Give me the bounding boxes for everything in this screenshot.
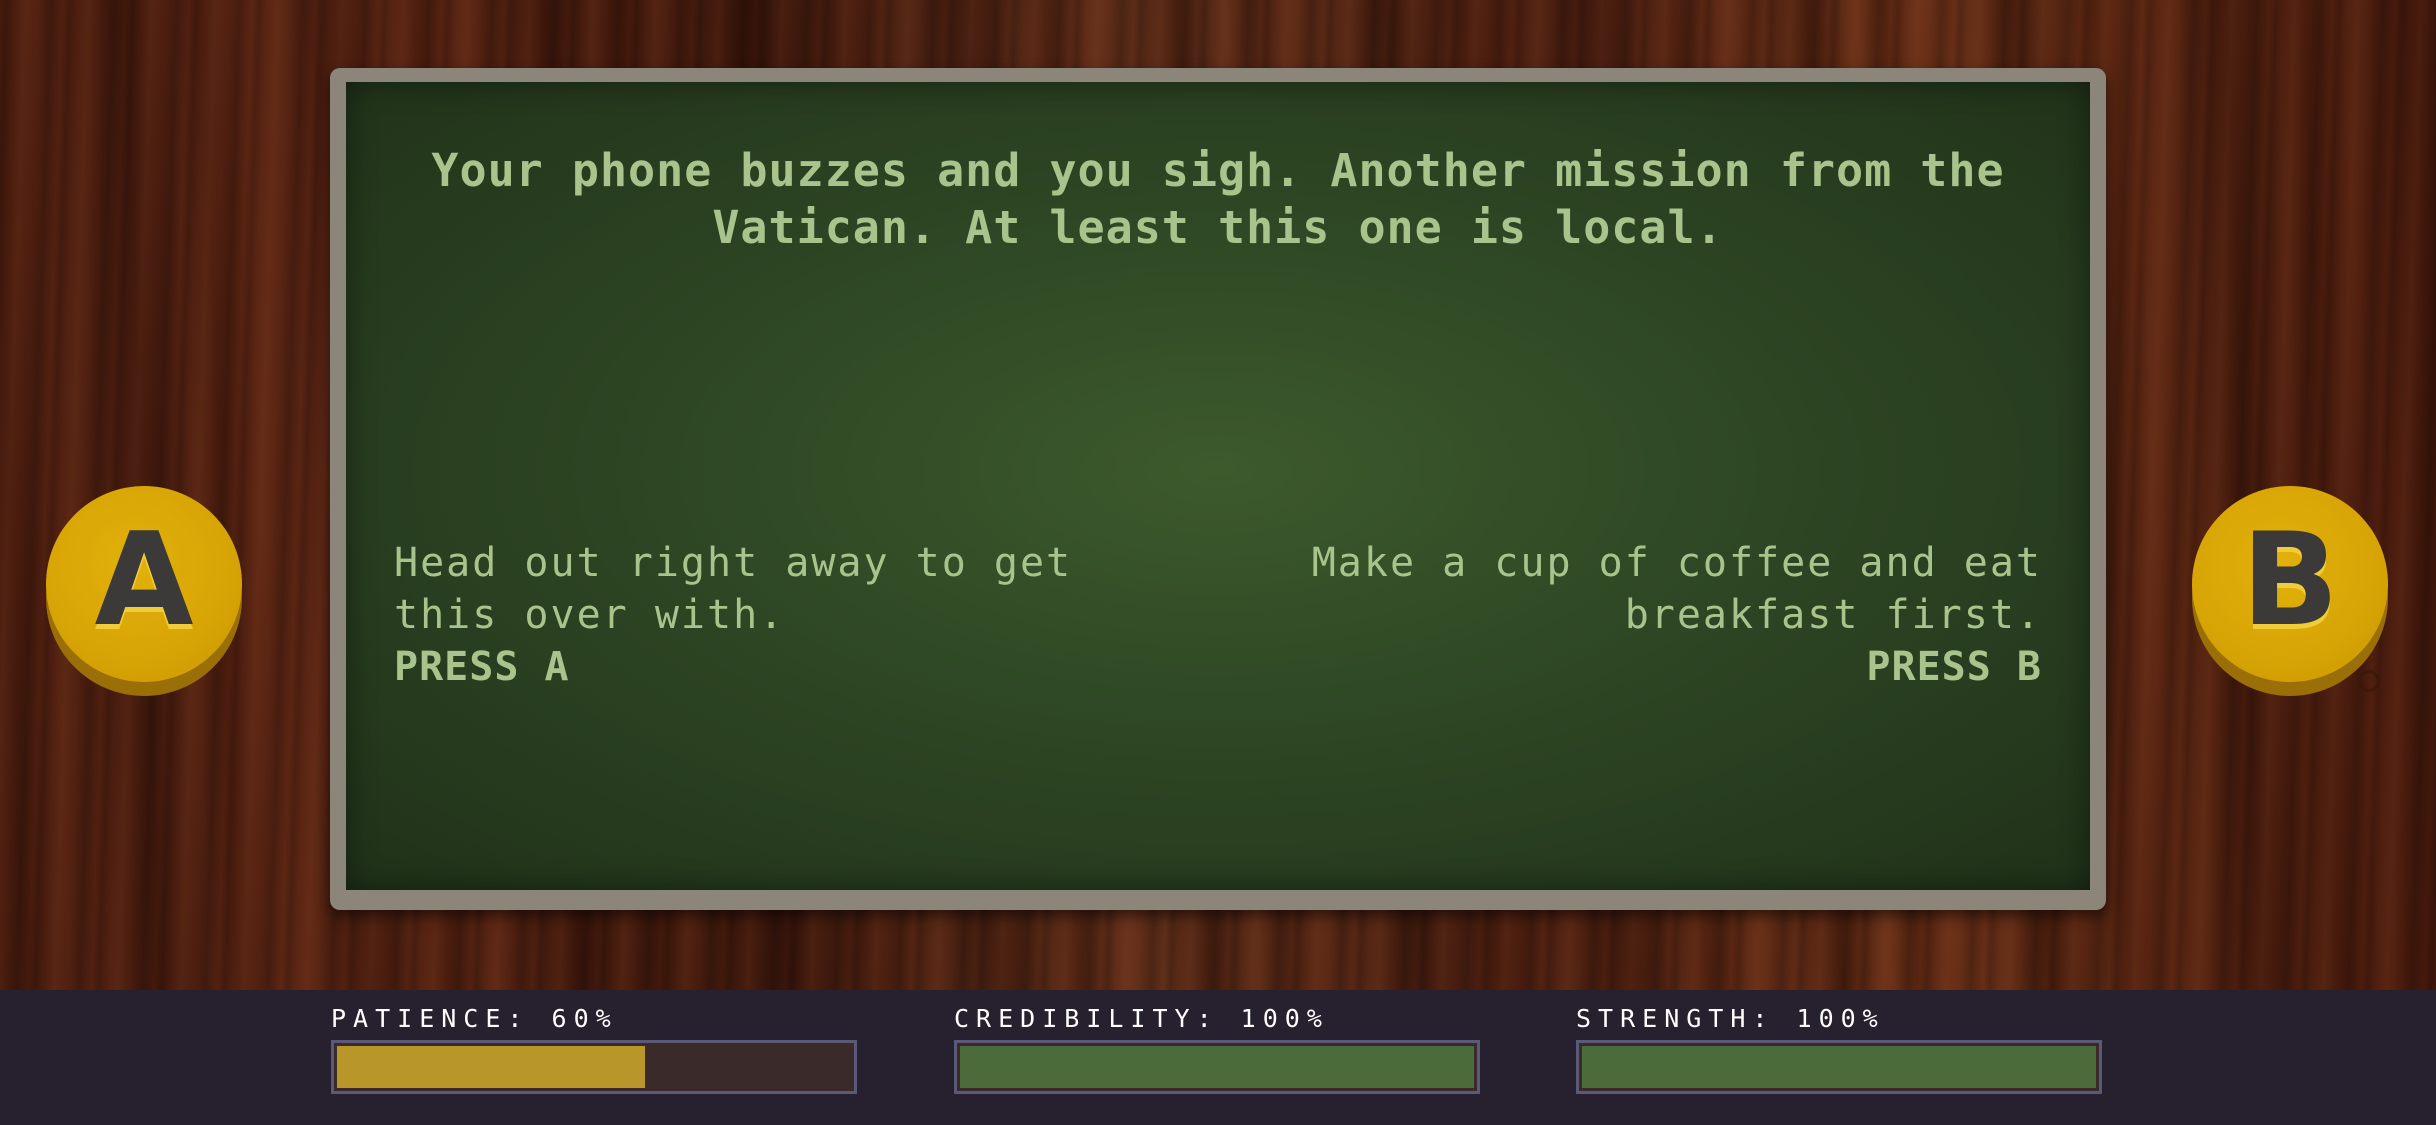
wood-background: Your phone buzzes and you sigh. Another …	[0, 0, 2436, 990]
stat-credibility: CREDIBILITY: 100%	[954, 1004, 1480, 1094]
stat-strength-label: STRENGTH: 100%	[1576, 1004, 1885, 1033]
stats-bar: PATIENCE: 60% CREDIBILITY: 100% STRENGTH…	[0, 990, 2436, 1125]
stat-credibility-meter	[954, 1040, 1480, 1094]
b-button[interactable]: B	[2192, 486, 2388, 696]
stat-patience-meter	[331, 1040, 857, 1094]
stat-strength-meter	[1576, 1040, 2102, 1094]
stat-credibility-fill	[960, 1046, 1474, 1088]
story-message: Your phone buzzes and you sigh. Another …	[431, 144, 2005, 254]
stat-credibility-label: CREDIBILITY: 100%	[954, 1004, 1329, 1033]
story-screen: Your phone buzzes and you sigh. Another …	[346, 82, 2090, 890]
b-button-label: B	[2241, 506, 2339, 655]
choice-b-prompt: PRESS B	[1866, 644, 2042, 690]
a-button[interactable]: A	[46, 486, 242, 696]
stat-patience-fill	[337, 1046, 645, 1088]
screw-icon	[2358, 670, 2380, 692]
choice-b: Make a cup of coffee and eat breakfast f…	[1262, 537, 2042, 693]
choice-a-text: Head out right away to get this over wit…	[394, 540, 1073, 638]
screen-frame: Your phone buzzes and you sigh. Another …	[330, 68, 2106, 910]
choice-a: Head out right away to get this over wit…	[394, 537, 1174, 693]
choice-a-prompt: PRESS A	[394, 644, 570, 690]
stat-strength-fill	[1582, 1046, 2096, 1088]
choice-b-text: Make a cup of coffee and eat breakfast f…	[1311, 540, 2042, 638]
a-button-label: A	[94, 506, 194, 655]
stat-strength: STRENGTH: 100%	[1576, 1004, 2102, 1094]
stat-patience: PATIENCE: 60%	[331, 1004, 857, 1094]
stat-patience-label: PATIENCE: 60%	[331, 1004, 618, 1033]
